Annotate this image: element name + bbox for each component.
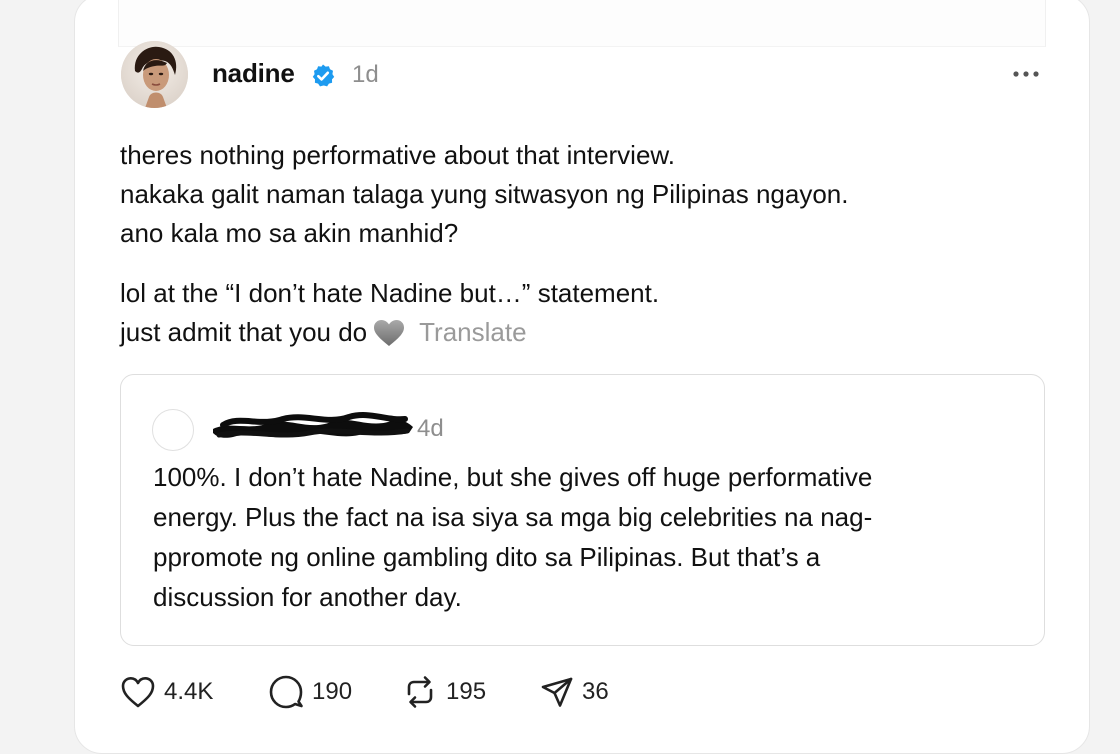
quoted-text-line: ppromote ng online gambling dito sa Pili… [153,542,821,572]
reply-button[interactable]: 190 [268,672,352,712]
quoted-timestamp[interactable]: 4d [417,415,444,443]
post-text-segment: just admit that you do [120,317,368,347]
quoted-post[interactable]: 4d 100%. I don’t hate Nadine, but she gi… [120,374,1045,646]
post-text-line: lol at the “I don’t hate Nadine but…” st… [120,278,660,308]
share-button[interactable]: 36 [540,672,609,712]
reply-count: 190 [312,678,353,705]
quoted-text: 100%. I don’t hate Nadine, but she gives… [153,457,1023,617]
verified-badge-icon [312,64,335,87]
paper-plane-icon [541,677,573,707]
avatar-photo [121,41,188,108]
grey-heart-icon [374,320,405,346]
post-text-line: ano kala mo sa akin manhid? [120,218,459,248]
repost-arrows-icon [407,676,433,708]
post-paragraph-2: lol at the “I don’t hate Nadine but…” st… [120,274,1020,352]
quoted-text-line: energy. Plus the fact na isa siya sa mga… [153,502,873,532]
post-text-line: nakaka galit naman talaga yung sitwasyon… [120,179,849,209]
post-timestamp[interactable]: 1d [352,61,379,89]
like-button[interactable]: 4.4K [120,672,213,712]
previous-post-edge [118,0,1046,47]
author-username[interactable]: nadine [212,58,295,89]
like-count: 4.4K [164,678,214,705]
ellipsis-icon[interactable] [1010,64,1042,84]
repost-count: 195 [446,678,487,705]
heart-outline-icon [121,677,155,708]
share-count: 36 [582,678,609,705]
quoted-avatar[interactable] [152,409,194,451]
post-text-line: theres nothing performative about that i… [120,140,675,170]
post-text-line-with-emoji: just admit that you do Translate [120,313,1020,352]
redacted-username-scribble [213,412,413,438]
quoted-text-line: 100%. I don’t hate Nadine, but she gives… [153,462,873,492]
avatar[interactable] [121,41,188,108]
action-bar: 4.4K 190 195 36 [120,672,720,712]
quoted-text-line: discussion for another day. [153,582,462,612]
translate-link[interactable]: Translate [419,317,526,347]
repost-button[interactable]: 195 [402,672,486,712]
speech-bubble-icon [269,675,303,709]
post-paragraph-1: theres nothing performative about that i… [120,136,1020,253]
